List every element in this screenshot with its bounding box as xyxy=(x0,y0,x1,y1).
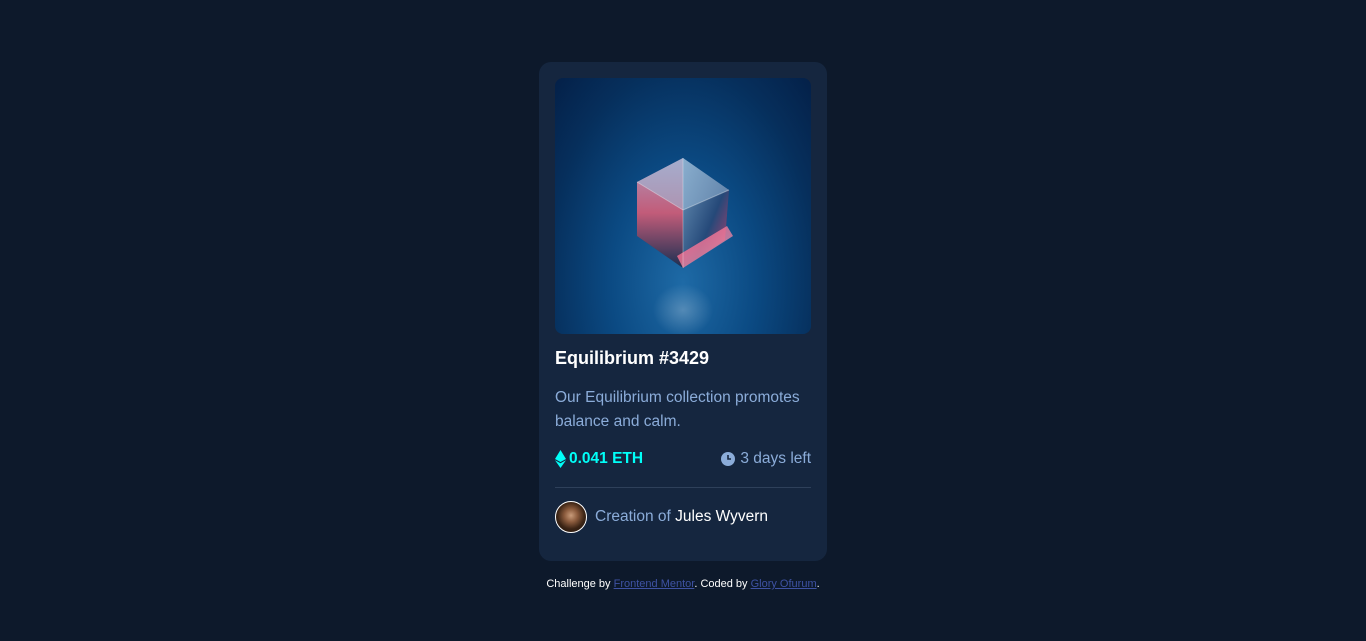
nft-title[interactable]: Equilibrium #3429 xyxy=(555,348,709,369)
nft-description: Our Equilibrium collection promotes bala… xyxy=(555,389,800,430)
creator-block: Creation of Jules Wyvern xyxy=(555,501,768,533)
divider xyxy=(555,487,811,488)
time-left-value: 3 days left xyxy=(740,450,811,467)
nft-preview-image[interactable] xyxy=(555,78,811,334)
avatar xyxy=(555,501,587,533)
creator-prefix: Creation of xyxy=(595,508,671,525)
nft-card: Equilibrium #3429 Our Equilibrium collec… xyxy=(539,62,827,561)
price-block: 0.041 ETH xyxy=(555,450,643,468)
time-left-block: 3 days left xyxy=(721,450,811,468)
creator-name-link[interactable]: Jules Wyvern xyxy=(675,508,768,525)
attribution-suffix: . xyxy=(816,578,820,590)
clock-icon xyxy=(721,452,736,466)
author-link[interactable]: Glory Ofurum xyxy=(751,578,817,590)
attribution-middle: . Coded by xyxy=(694,578,748,590)
attribution-prefix: Challenge by xyxy=(546,578,611,590)
cube-image xyxy=(636,158,733,334)
frontend-mentor-link[interactable]: Frontend Mentor xyxy=(614,578,695,590)
price-value: 0.041 ETH xyxy=(569,450,644,467)
attribution: Challenge by Frontend Mentor. Coded by G… xyxy=(0,578,1366,590)
ethereum-icon xyxy=(555,450,566,468)
